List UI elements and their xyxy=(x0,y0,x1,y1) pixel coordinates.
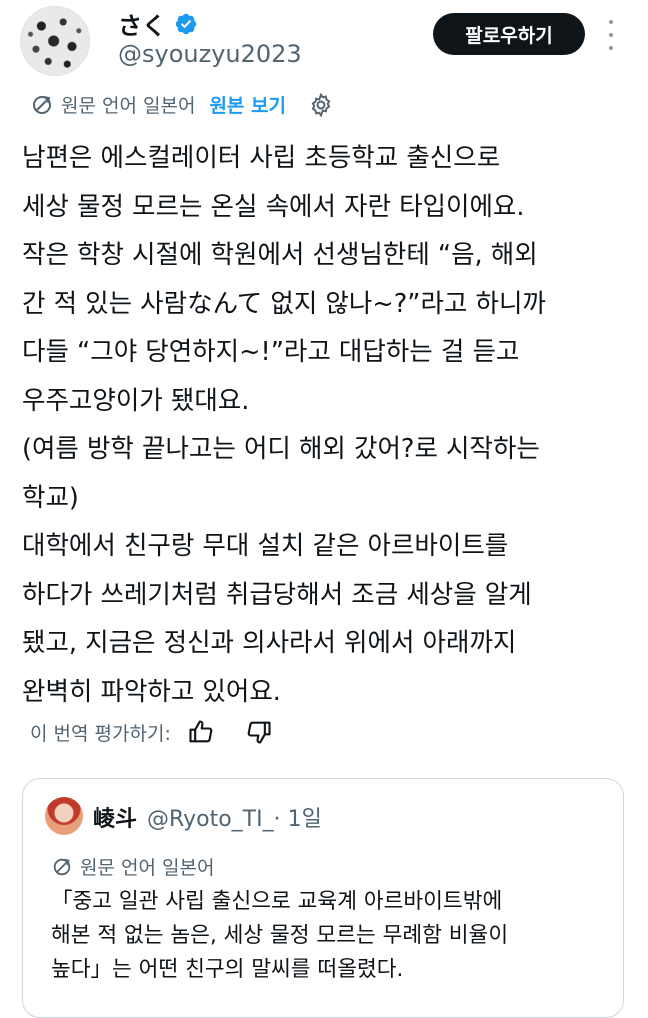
post-line: (여름 방학 끝나고는 어디 해외 갔어?로 시작하는 xyxy=(22,434,540,464)
translation-bar: 원문 언어 일본어 원본 보기 xyxy=(30,91,334,118)
post-line: 학교) xyxy=(22,482,79,513)
quoted-line: 해본 적 없는 놈은, 세상 물정 모르는 무례함 비율이 xyxy=(51,923,509,948)
post-line: 간 적 있는 사람なんて 없지 않나~?”라고 하니까 xyxy=(22,288,546,319)
post-line: 다들 “그야 당연하지~!”라고 대답하는 걸 듣고 xyxy=(22,337,520,367)
author-display-name[interactable]: さく xyxy=(118,6,166,41)
author-handle[interactable]: @syouzyu2023 xyxy=(118,40,302,68)
quoted-original-language-label: 원문 언어 일본어 xyxy=(80,857,215,879)
follow-button[interactable]: 팔로우하기 xyxy=(433,13,585,55)
post-line: 세상 물정 모르는 온실 속에서 자란 타입이에요. xyxy=(22,191,525,222)
quoted-post[interactable]: 崚斗 @Ryoto_TI_ · 1일 원문 언어 일본어 「중고 일관 사립 출… xyxy=(22,778,624,1018)
author-avatar[interactable] xyxy=(20,6,90,76)
quoted-post-body: 「중고 일관 사립 출신으로 교육계 아르바이트밖에 해본 적 없는 놈은, 세… xyxy=(51,885,621,987)
post-line: 남편은 에스컬레이터 사립 초등학교 출신으로 xyxy=(22,143,501,173)
post-line: 작은 학창 시절에 학원에서 선생님한테 “음, 해외 xyxy=(22,240,538,270)
rate-translation-row: 이 번역 평가하기: xyxy=(30,718,273,746)
thumbs-down-icon[interactable] xyxy=(245,718,273,746)
quoted-post-time[interactable]: · 1일 xyxy=(274,801,322,833)
rate-translation-label: 이 번역 평가하기: xyxy=(30,722,171,745)
thumbs-up-icon[interactable] xyxy=(187,718,215,746)
post-line: 우주고양이가 됐대요. xyxy=(22,385,250,416)
show-original-link[interactable]: 원본 보기 xyxy=(209,91,286,118)
original-language-label: 원문 언어 일본어 xyxy=(61,95,196,117)
gear-icon[interactable] xyxy=(308,92,334,118)
post-line: 하다가 쓰레기처럼 취급당해서 조금 세상을 알게 xyxy=(22,579,532,610)
quoted-author-name[interactable]: 崚斗 xyxy=(93,801,137,833)
quoted-line: 「중고 일관 사립 출신으로 교육계 아르바이트밖에 xyxy=(51,889,503,914)
translate-icon xyxy=(33,95,51,114)
quoted-line: 높다」는 어떤 친구의 말씨를 떠올렸다. xyxy=(51,957,404,982)
quoted-author-avatar[interactable] xyxy=(45,797,83,835)
translate-icon xyxy=(53,858,71,875)
post-line: 완벽히 파악하고 있어요. xyxy=(22,676,281,707)
quoted-author-handle[interactable]: @Ryoto_TI_ xyxy=(147,807,274,832)
post-body: 남편은 에스컬레이터 사립 초등학교 출신으로 세상 물정 모르는 온실 속에서… xyxy=(22,134,632,716)
author-name-row: さく xyxy=(118,6,198,41)
post-line: 대학에서 친구랑 무대 설치 같은 아르바이트를 xyxy=(22,531,509,561)
post-line: 됐고, 지금은 정신과 의사라서 위에서 아래까지 xyxy=(22,628,517,658)
verified-badge-icon xyxy=(175,13,197,34)
more-vertical-icon[interactable] xyxy=(601,20,621,50)
quoted-post-header: 崚斗 @Ryoto_TI_ · 1일 xyxy=(93,801,322,833)
quoted-translation-bar: 원문 언어 일본어 xyxy=(51,853,214,880)
